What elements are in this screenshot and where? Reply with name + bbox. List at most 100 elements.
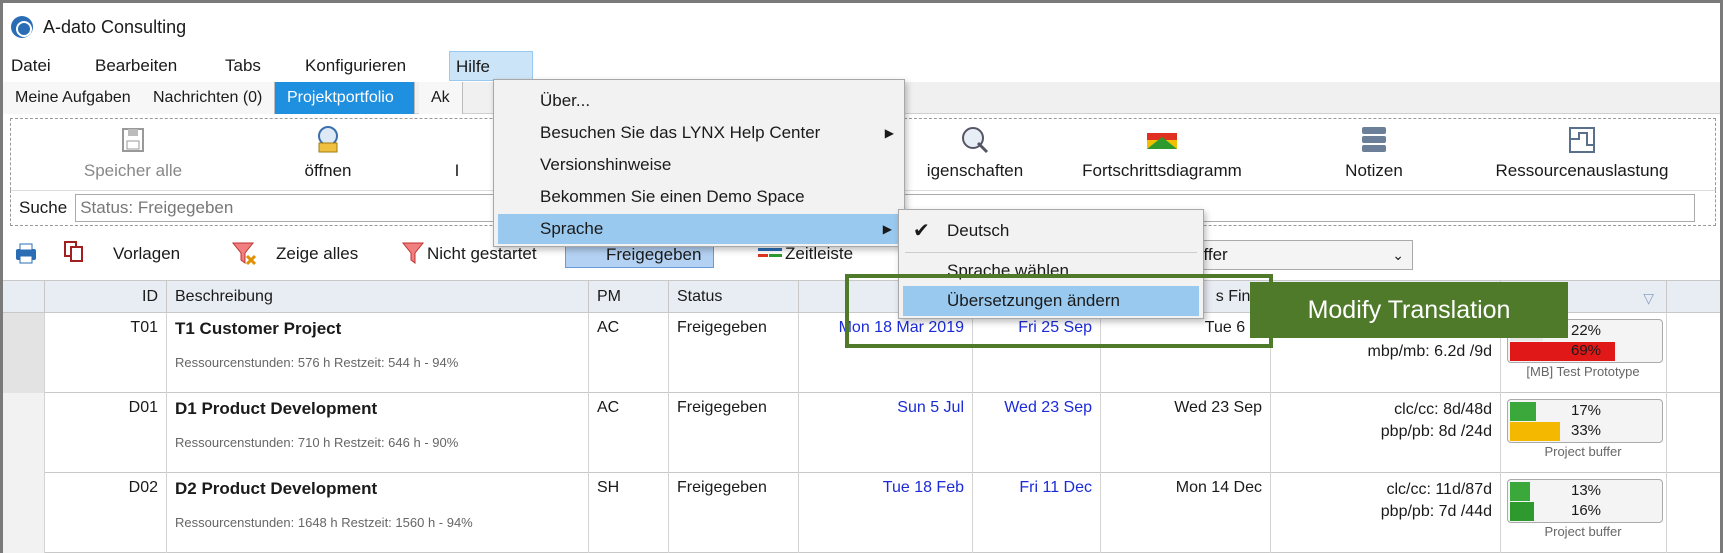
resource-hours: Ressourcenstunden: 576 h Restzeit: 544 h… xyxy=(175,355,459,370)
buffer-line-1: clc/cc: 8d/48d xyxy=(1394,401,1492,418)
chevron-down-icon: ⌄ xyxy=(1392,247,1404,263)
menu-item-demo-space[interactable]: Bekommen Sie einen Demo Space xyxy=(494,182,904,212)
row-buffer: clc/cc: 8d/48d pbp/pb: 8d /24d xyxy=(1271,393,1501,473)
menu-item-deutsch[interactable]: ✔ Deutsch xyxy=(899,216,1203,246)
row-status: Freigegeben xyxy=(669,313,799,393)
row-date2: Wed 23 Sep xyxy=(973,393,1101,473)
menu-tabs[interactable]: Tabs xyxy=(219,51,267,81)
menu-item-help-center[interactable]: Besuchen Sie das LYNX Help Center ▶ xyxy=(494,118,904,148)
performance-caption: Project buffer xyxy=(1544,444,1622,459)
progress-chart-button[interactable]: Fortschrittsdiagramm xyxy=(1067,125,1257,181)
project-title[interactable]: D1 Product Development xyxy=(175,399,580,419)
save-icon xyxy=(118,125,148,155)
toolbar-partial-label: I xyxy=(454,161,460,180)
tab-nachrichten[interactable]: Nachrichten (0) xyxy=(141,82,276,114)
row-performance: 17% 33% Project buffer xyxy=(1501,393,1667,473)
notes-button[interactable]: Notizen xyxy=(1329,125,1419,181)
menu-bar: Datei Bearbeiten Tabs Konfigurieren Hilf… xyxy=(3,51,1720,81)
menu-hilfe[interactable]: Hilfe xyxy=(449,51,533,81)
submenu-arrow-icon: ▶ xyxy=(884,126,894,140)
open-icon xyxy=(313,125,343,155)
tab-projektportfolio[interactable]: Projektportfolio xyxy=(275,82,415,114)
buffer-dropdown[interactable]: uffer ⌄ xyxy=(1183,240,1413,270)
row-finish-date: Wed 23 Sep xyxy=(1101,393,1271,473)
buffer-line-1: clc/cc: 11d/87d xyxy=(1386,481,1492,498)
row-status: Freigegeben xyxy=(669,473,799,553)
progress-chart-icon xyxy=(1147,125,1177,155)
notes-label: Notizen xyxy=(1345,161,1403,180)
resource-hours: Ressourcenstunden: 710 h Restzeit: 646 h… xyxy=(175,435,459,450)
notes-icon xyxy=(1359,125,1389,155)
row-pm: AC xyxy=(589,393,669,473)
performance-caption: [MB] Test Prototype xyxy=(1526,364,1640,379)
menu-item-release-notes[interactable]: Versionshinweise xyxy=(494,150,904,180)
col-id[interactable]: ID xyxy=(45,281,167,313)
resource-load-button[interactable]: Ressourcenauslastung xyxy=(1477,125,1687,181)
app-logo-icon xyxy=(11,16,33,38)
properties-button[interactable]: igenschaften xyxy=(915,125,1035,181)
progress-chart-label: Fortschrittsdiagramm xyxy=(1082,161,1242,180)
menu-separator xyxy=(905,252,1197,253)
percent-2: 33% xyxy=(1570,422,1602,439)
row-selector[interactable] xyxy=(3,473,45,553)
row-start-date: Sun 5 Jul xyxy=(799,393,973,473)
tab-aktivitaeten[interactable]: Ak xyxy=(419,82,463,114)
resource-hours: Ressourcenstunden: 1648 h Restzeit: 1560… xyxy=(175,515,473,530)
properties-label: igenschaften xyxy=(926,161,1024,180)
row-description: D1 Product Development Ressourcenstunden:… xyxy=(167,393,589,473)
row-performance: 13% 16% Project buffer xyxy=(1501,473,1667,553)
funnel-not-started-icon[interactable] xyxy=(401,240,427,268)
templates-button[interactable]: Vorlagen xyxy=(113,240,180,268)
help-menu: Über... Besuchen Sie das LYNX Help Cente… xyxy=(493,79,905,247)
row-id: D02 xyxy=(45,473,167,553)
open-label: öffnen xyxy=(304,161,352,180)
open-button[interactable]: öffnen xyxy=(273,125,383,181)
table-row[interactable]: D01 D1 Product Development Ressourcenstund… xyxy=(3,393,1720,473)
menu-item-help-center-label: Besuchen Sie das LYNX Help Center xyxy=(540,123,821,142)
table-row[interactable]: D02 D2 Product Development Ressourcenstund… xyxy=(3,473,1720,553)
print-icon[interactable] xyxy=(13,240,39,268)
row-start-date: Tue 18 Feb xyxy=(799,473,973,553)
menu-item-about[interactable]: Über... xyxy=(494,86,904,116)
menu-bearbeiten[interactable]: Bearbeiten xyxy=(89,51,183,81)
percent-2: 69% xyxy=(1570,342,1602,359)
percent-2: 16% xyxy=(1570,502,1602,519)
row-pm: SH xyxy=(589,473,669,553)
buffer-line-2: mbp/mb: 6.2d /9d xyxy=(1367,343,1492,360)
row-date2: Fri 11 Dec xyxy=(973,473,1101,553)
submenu-arrow-icon: ▶ xyxy=(882,222,892,236)
row-buffer: clc/cc: 11d/87d pbp/pb: 7d /44d xyxy=(1271,473,1501,553)
toolbar-partial-button[interactable]: I xyxy=(447,125,467,181)
resource-load-icon xyxy=(1567,125,1597,155)
show-all-button[interactable]: Zeige alles xyxy=(276,240,358,268)
window-title: A-dato Consulting xyxy=(43,16,187,37)
funnel-clear-icon[interactable] xyxy=(231,240,257,268)
col-status[interactable]: Status xyxy=(669,281,799,313)
menu-item-language-label: Sprache xyxy=(540,219,604,238)
row-status: Freigegeben xyxy=(669,393,799,473)
tab-meine-aufgaben[interactable]: Meine Aufgaben xyxy=(3,82,144,114)
copy-icon[interactable] xyxy=(63,240,85,268)
annotation-highlight-box xyxy=(845,274,1273,348)
resource-load-label: Ressourcenauslastung xyxy=(1495,161,1669,180)
row-selector[interactable] xyxy=(3,393,45,473)
project-title[interactable]: D2 Product Development xyxy=(175,479,580,499)
row-id: T01 xyxy=(45,313,167,393)
menu-datei[interactable]: Datei xyxy=(5,51,57,81)
sort-triangle-icon: ▽ xyxy=(1643,290,1654,306)
menu-konfigurieren[interactable]: Konfigurieren xyxy=(299,51,412,81)
menu-item-deutsch-label: Deutsch xyxy=(947,221,1010,240)
row-pm: AC xyxy=(589,313,669,393)
checkmark-icon: ✔ xyxy=(913,220,930,242)
row-selector[interactable] xyxy=(3,313,45,393)
row-description: T1 Customer Project Ressourcenstunden: 57… xyxy=(167,313,589,393)
save-all-button[interactable]: Speicher alle xyxy=(63,125,203,181)
performance-caption: Project buffer xyxy=(1544,524,1622,539)
col-pm[interactable]: PM xyxy=(589,281,669,313)
buffer-line-2: pbp/pb: 7d /44d xyxy=(1380,503,1492,520)
menu-item-language[interactable]: Sprache ▶ xyxy=(498,214,902,244)
project-title[interactable]: T1 Customer Project xyxy=(175,319,580,339)
properties-icon xyxy=(960,125,990,155)
percent-1: 17% xyxy=(1570,402,1602,419)
col-beschreibung[interactable]: Beschreibung xyxy=(167,281,589,313)
